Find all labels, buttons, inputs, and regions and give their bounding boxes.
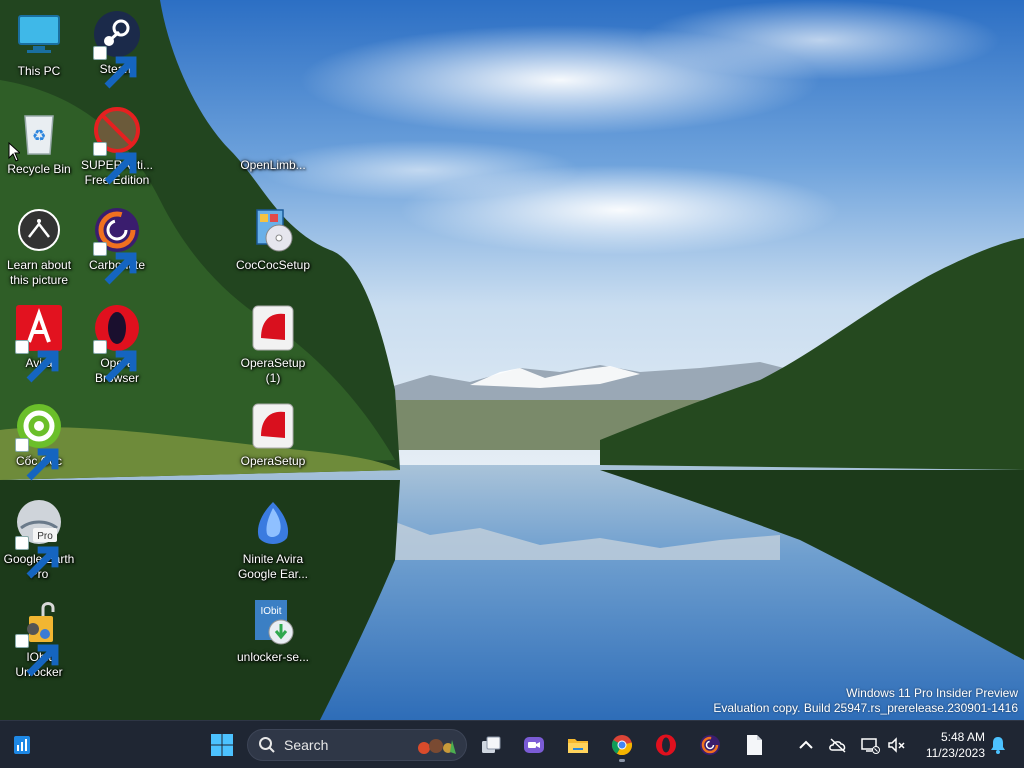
shortcut-arrow-icon xyxy=(15,634,59,677)
desktop-icon-ninite[interactable]: Ninite Avira Google Ear... xyxy=(234,498,312,582)
monitor-icon xyxy=(18,15,60,53)
desktop-icon-label: This PC xyxy=(17,64,61,78)
desktop-icon-learn-about-picture[interactable]: Learn about this picture xyxy=(0,204,78,288)
carbonate-button[interactable] xyxy=(692,727,728,763)
desktop-icon-label: OperaSetup (1) xyxy=(240,356,306,385)
clock-date: 11/23/2023 xyxy=(925,746,985,760)
search-placeholder: Search xyxy=(284,737,329,753)
meet-icon xyxy=(524,737,544,753)
running-indicator xyxy=(619,759,625,762)
desktop-icon-avira[interactable]: Avira xyxy=(0,302,78,383)
recycle-bin-icon: ♻ xyxy=(24,115,54,155)
desktop-icon-google-earth-pro[interactable]: Pro Google Earth Pro xyxy=(0,498,78,582)
desktop-icon-operasetup[interactable]: OperaSetup xyxy=(234,400,312,469)
show-hidden-icons-chevron-icon[interactable] xyxy=(796,735,816,755)
shortcut-arrow-icon xyxy=(15,340,59,383)
shortcut-arrow-icon xyxy=(15,536,59,579)
iobit-badge: IObit xyxy=(260,606,281,617)
start-button[interactable] xyxy=(204,727,240,763)
mouse-cursor-icon xyxy=(8,142,20,162)
openlimb-icon xyxy=(247,104,299,156)
watermark-edition: Windows 11 Pro Insider Preview xyxy=(846,686,1018,700)
meet-button[interactable] xyxy=(516,727,552,763)
desktop-icon-carbonate[interactable]: Carbonate xyxy=(78,204,156,285)
desktop-icon-coccocsetup[interactable]: CocCocSetup xyxy=(234,204,312,273)
notification-bell-icon[interactable] xyxy=(988,735,1008,755)
desktop-icon-coc-coc[interactable]: Cốc Cốc xyxy=(0,400,78,481)
opera-setup-icon xyxy=(252,305,294,351)
search-icon xyxy=(259,737,275,753)
clock-time: 5:48 AM xyxy=(940,730,985,744)
desktop-icon-iobit-unlocker[interactable]: IObit Unlocker xyxy=(0,596,78,680)
taskbar-search-box[interactable]: Search xyxy=(247,729,467,761)
opera-button[interactable] xyxy=(648,727,684,763)
network-disconnected-icon[interactable] xyxy=(860,735,880,755)
desktop-icon-label: Recycle Bin xyxy=(7,162,71,176)
shortcut-arrow-icon xyxy=(93,46,137,89)
desktop-icon-label: OperaSetup xyxy=(240,454,306,468)
taskbar: Search 5:48 AM 11/23/2023 xyxy=(0,720,1024,768)
task-view-button[interactable] xyxy=(473,727,509,763)
svg-text:♻: ♻ xyxy=(32,126,46,145)
volume-muted-icon[interactable] xyxy=(886,735,906,755)
widgets-icon xyxy=(14,736,30,754)
desktop[interactable]: This PC Steam ♻ Recycle Bin SUPERAnti...… xyxy=(0,0,1024,720)
desktop-icon-label: Learn about this picture xyxy=(6,258,72,287)
taskbar-clock[interactable]: 5:48 AM 11/23/2023 xyxy=(915,729,985,761)
desktop-icon-superantispyware[interactable]: SUPERAnti... Free Edition xyxy=(78,104,156,188)
shortcut-arrow-icon xyxy=(93,242,137,285)
windows-start-icon xyxy=(211,734,233,756)
desktop-icon-label: OpenLimb... xyxy=(240,158,306,172)
desktop-icon-label: Ninite Avira Google Ear... xyxy=(237,552,309,581)
desktop-icon-openlimb[interactable]: OpenLimb... xyxy=(234,104,312,173)
opera-setup-icon xyxy=(252,403,294,449)
shortcut-arrow-icon xyxy=(15,438,59,481)
ninite-icon xyxy=(257,502,289,544)
task-view-icon xyxy=(482,736,501,753)
desktop-icon-label: unlocker-se... xyxy=(236,650,310,664)
search-highlight-icon xyxy=(418,739,456,754)
chrome-icon xyxy=(611,735,633,756)
desktop-icon-unlocker-setup[interactable]: IObit unlocker-se... xyxy=(234,596,312,665)
installer-cd-icon xyxy=(256,209,293,252)
watermark-build: Evaluation copy. Build 25947.rs_prerelea… xyxy=(713,701,1018,715)
desktop-icon-label: CocCocSetup xyxy=(235,258,311,272)
desktop-icon-steam[interactable]: Steam xyxy=(78,8,156,89)
chrome-button[interactable] xyxy=(604,727,640,763)
document-icon xyxy=(747,735,762,755)
desktop-icon-opera-browser[interactable]: Opera Browser xyxy=(78,302,156,386)
widgets-button[interactable] xyxy=(4,727,40,763)
onedrive-offline-icon[interactable] xyxy=(828,735,848,755)
shortcut-arrow-icon xyxy=(93,142,137,185)
desktop-icon-this-pc[interactable]: This PC xyxy=(0,10,78,79)
carbonate-icon xyxy=(700,735,720,755)
file-explorer-button[interactable] xyxy=(560,727,596,763)
shortcut-arrow-icon xyxy=(93,340,137,383)
notepad-button[interactable] xyxy=(736,727,772,763)
desktop-icon-operasetup-1[interactable]: OperaSetup (1) xyxy=(234,302,312,386)
camera-info-icon xyxy=(18,209,60,251)
installer-download-icon: IObit xyxy=(255,600,294,645)
evaluation-watermark: Windows 11 Pro Insider Preview Evaluatio… xyxy=(713,686,1018,716)
opera-icon xyxy=(656,734,676,756)
folder-icon xyxy=(568,739,588,753)
